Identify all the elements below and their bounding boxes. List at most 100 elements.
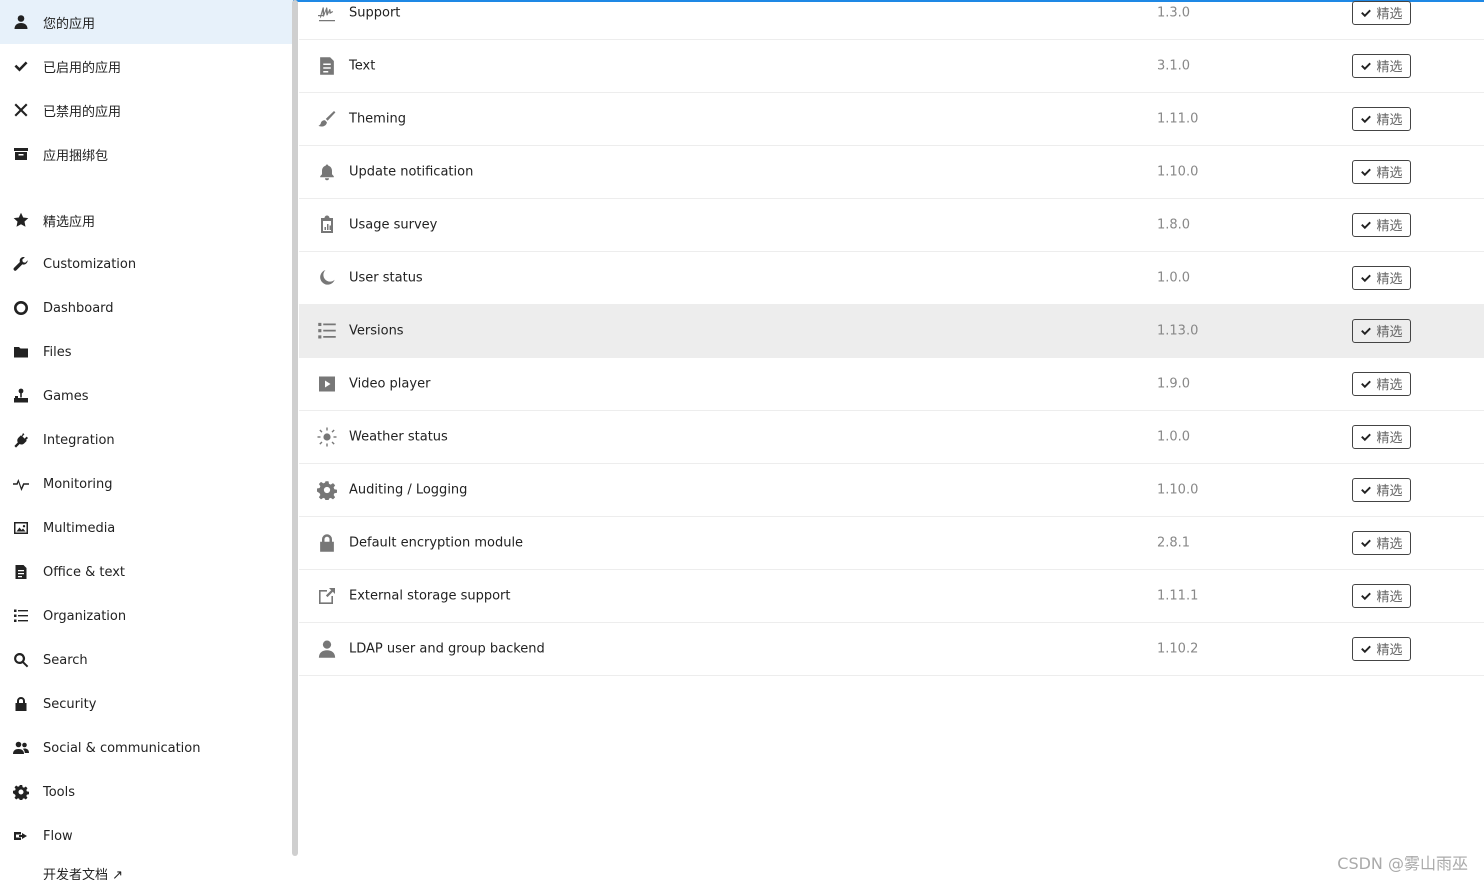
app-name[interactable]: Theming (349, 111, 406, 126)
app-name[interactable]: LDAP user and group backend (349, 641, 545, 656)
app-version: 1.10.0 (1157, 482, 1199, 497)
sidebar-item-files[interactable]: Files (0, 330, 293, 374)
feature-button[interactable]: 精选 (1352, 583, 1411, 608)
check-icon (13, 58, 29, 74)
circle-icon (13, 300, 29, 316)
sidebar-item-dashboard[interactable]: Dashboard (0, 286, 293, 330)
sidebar-item-top_items-3[interactable]: 应用捆绑包 (0, 132, 293, 176)
app-row-usage-survey[interactable]: Usage survey 1.8.0 精选 (299, 198, 1484, 252)
feature-button[interactable]: 精选 (1352, 0, 1411, 25)
feature-button[interactable]: 精选 (1352, 477, 1411, 502)
app-list: Support 1.3.0 精选 Text 3.1.0 精选 Theming 1.11.0 精选… (299, 0, 1484, 880)
check-icon (1360, 7, 1372, 19)
wrench-icon (13, 256, 29, 272)
app-row-external-storage-support[interactable]: External storage support 1.11.1 精选 (299, 569, 1484, 623)
feature-button[interactable]: 精选 (1352, 53, 1411, 78)
app-row-support[interactable]: Support 1.3.0 精选 (299, 0, 1484, 40)
app-version: 1.10.0 (1157, 164, 1199, 179)
feature-button-label: 精选 (1376, 642, 1403, 657)
feature-button[interactable]: 精选 (1352, 159, 1411, 184)
sidebar-item-label: 已禁用的应用 (43, 104, 122, 120)
feature-button[interactable]: 精选 (1352, 318, 1411, 343)
play-icon (317, 374, 337, 394)
sidebar-item-label: Security (43, 696, 97, 712)
search-icon (13, 652, 29, 668)
app-version: 1.8.0 (1157, 217, 1191, 232)
check-icon (1360, 643, 1372, 655)
app-version: 2.8.1 (1157, 535, 1191, 550)
app-name[interactable]: Weather status (349, 429, 448, 444)
sidebar-item-monitoring[interactable]: Monitoring (0, 462, 293, 506)
flow-icon (13, 828, 29, 844)
sidebar-item-top_items-1[interactable]: 已启用的应用 (0, 44, 293, 88)
plug-icon (13, 432, 29, 448)
app-version: 1.0.0 (1157, 270, 1191, 285)
sidebar-item-office-text[interactable]: Office & text (0, 550, 293, 594)
app-version: 1.3.0 (1157, 5, 1191, 20)
sidebar-item-top_items-0[interactable]: 您的应用 (0, 0, 293, 44)
app-row-theming[interactable]: Theming 1.11.0 精选 (299, 92, 1484, 146)
app-name[interactable]: Auditing / Logging (349, 482, 467, 497)
sidebar-item-organization[interactable]: Organization (0, 594, 293, 638)
sidebar-scrollbar[interactable] (292, 0, 298, 856)
sidebar-top-group: 您的应用 已启用的应用已禁用的应用应用捆绑包 (0, 0, 293, 176)
feature-button-label: 精选 (1376, 483, 1403, 498)
app-name[interactable]: User status (349, 270, 423, 285)
app-row-text[interactable]: Text 3.1.0 精选 (299, 39, 1484, 93)
sidebar-item-label: Files (43, 344, 72, 360)
app-row-update-notification[interactable]: Update notification 1.10.0 精选 (299, 145, 1484, 199)
app-row-user-status[interactable]: User status 1.0.0 精选 (299, 251, 1484, 305)
feature-button[interactable]: 精选 (1352, 424, 1411, 449)
app-name[interactable]: Default encryption module (349, 535, 523, 550)
feature-button[interactable]: 精选 (1352, 636, 1411, 661)
app-name[interactable]: Usage survey (349, 217, 437, 232)
sidebar-item-multimedia[interactable]: Multimedia (0, 506, 293, 550)
app-name[interactable]: Update notification (349, 164, 473, 179)
users-icon (13, 740, 29, 756)
feature-button[interactable]: 精选 (1352, 371, 1411, 396)
app-row-video-player[interactable]: Video player 1.9.0 精选 (299, 357, 1484, 411)
close-icon (13, 102, 29, 118)
document-icon (13, 564, 29, 580)
sidebar-item-integration[interactable]: Integration (0, 418, 293, 462)
app-name[interactable]: External storage support (349, 588, 511, 603)
app-row-auditing-logging[interactable]: Auditing / Logging 1.10.0 精选 (299, 463, 1484, 517)
bell-icon (317, 162, 337, 182)
app-row-ldap-user-and-group-backend[interactable]: LDAP user and group backend 1.10.2 精选 (299, 622, 1484, 676)
user-icon (317, 639, 337, 659)
sidebar-item-games[interactable]: Games (0, 374, 293, 418)
sidebar-item-social-communication[interactable]: Social & communication (0, 726, 293, 770)
feature-button[interactable]: 精选 (1352, 530, 1411, 555)
sidebar-item-category_items-0[interactable]: 精选应用 (0, 198, 293, 242)
sidebar-item-security[interactable]: Security (0, 682, 293, 726)
app-name[interactable]: Versions (349, 323, 404, 338)
sidebar-item-label: 开发者文档 ↗ (43, 867, 124, 880)
check-icon (1360, 325, 1372, 337)
app-row-default-encryption-module[interactable]: Default encryption module 2.8.1 精选 (299, 516, 1484, 570)
sidebar-item-top_items-2[interactable]: 已禁用的应用 (0, 88, 293, 132)
app-row-versions[interactable]: Versions 1.13.0 精选 (299, 304, 1484, 358)
app-name[interactable]: Video player (349, 376, 430, 391)
feature-button[interactable]: 精选 (1352, 106, 1411, 131)
sidebar-item-flow[interactable]: Flow (0, 814, 293, 858)
feature-button[interactable]: 精选 (1352, 212, 1411, 237)
sidebar-item-label: Monitoring (43, 476, 113, 492)
feature-button[interactable]: 精选 (1352, 265, 1411, 290)
sidebar-item-label: Integration (43, 432, 115, 448)
sidebar-item-label: Customization (43, 256, 137, 272)
sidebar-item-label: Social & communication (43, 740, 201, 756)
feature-button-label: 精选 (1376, 589, 1403, 604)
pulse-icon (13, 476, 29, 492)
sidebar-item-customization[interactable]: Customization (0, 242, 293, 286)
sidebar-item-search[interactable]: Search (0, 638, 293, 682)
star-icon (13, 212, 29, 228)
watermark: CSDN @雾山雨巫 (1337, 854, 1468, 873)
sidebar-item-category_items-15[interactable]: 开发者文档 ↗ (0, 858, 293, 880)
app-name[interactable]: Text (349, 58, 375, 73)
sidebar-item-label: Multimedia (43, 520, 116, 536)
gear-icon (13, 784, 29, 800)
sidebar-item-tools[interactable]: Tools (0, 770, 293, 814)
app-name[interactable]: Support (349, 5, 400, 20)
app-row-weather-status[interactable]: Weather status 1.0.0 精选 (299, 410, 1484, 464)
